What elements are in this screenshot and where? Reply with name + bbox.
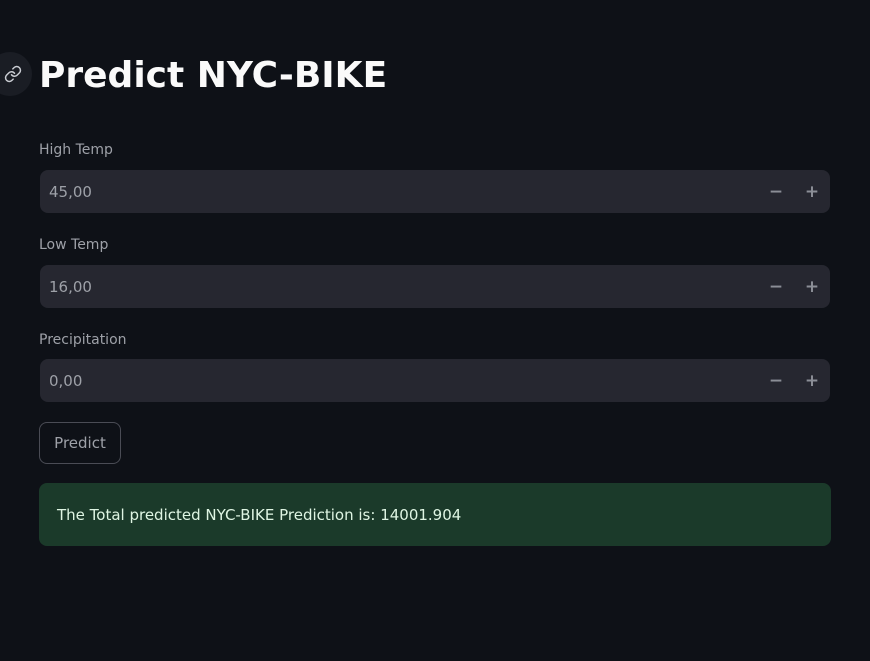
page-title: Predict NYC-BIKE [39,55,388,96]
success-alert: The Total predicted NYC-BIKE Prediction … [39,483,831,546]
plus-icon: + [804,181,820,202]
low-temp-increment-button[interactable]: + [794,265,830,308]
plus-icon: + [804,276,820,297]
high-temp-increment-button[interactable]: + [794,170,830,213]
precipitation-decrement-button[interactable]: − [758,359,794,402]
high-temp-decrement-button[interactable]: − [758,170,794,213]
low-temp-label: Low Temp [39,237,109,253]
precipitation-increment-button[interactable]: + [794,359,830,402]
precipitation-field: − + [40,359,830,402]
minus-icon: − [768,181,784,202]
link-icon [4,65,22,83]
prediction-result-text: The Total predicted NYC-BIKE Prediction … [57,505,462,524]
predict-button[interactable]: Predict [39,422,121,464]
low-temp-decrement-button[interactable]: − [758,265,794,308]
plus-icon: + [804,370,820,391]
high-temp-field: − + [40,170,830,213]
app-page: Predict NYC-BIKE High Temp − + Low Temp … [0,0,870,661]
precipitation-input[interactable] [40,359,758,402]
precipitation-label: Precipitation [39,332,127,348]
high-temp-label: High Temp [39,142,113,158]
low-temp-input[interactable] [40,265,758,308]
minus-icon: − [768,276,784,297]
high-temp-input[interactable] [40,170,758,213]
minus-icon: − [768,370,784,391]
low-temp-field: − + [40,265,830,308]
header-anchor-link[interactable] [0,52,32,96]
